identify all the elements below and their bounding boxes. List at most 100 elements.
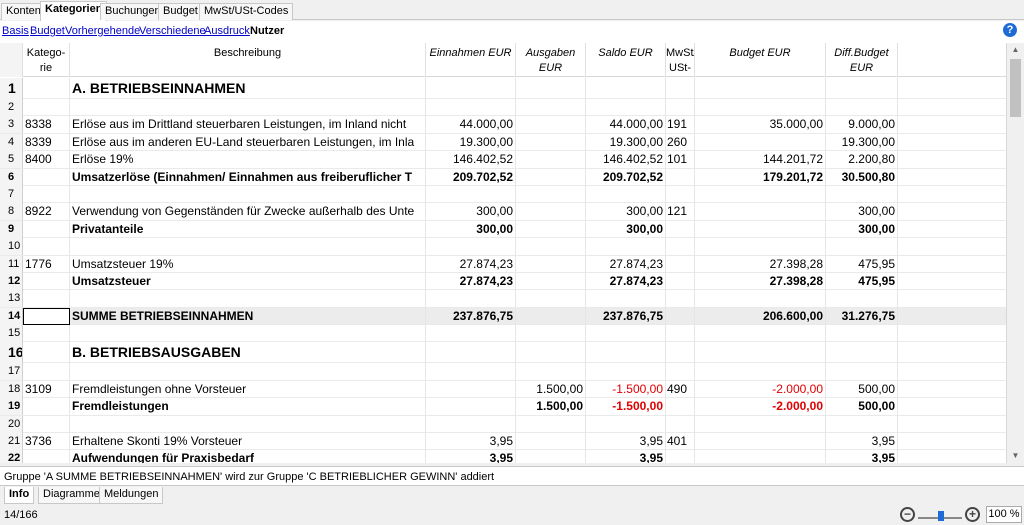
cell-saldo[interactable]: 300,00 <box>586 203 666 221</box>
cell-einnahmen[interactable]: 3,95 <box>426 450 516 463</box>
scroll-up-icon[interactable]: ▲ <box>1007 43 1024 57</box>
cell-ausgaben[interactable] <box>516 363 586 381</box>
cell-diff-budget[interactable] <box>826 78 898 99</box>
tab-budget[interactable]: Budget <box>158 3 203 20</box>
cell-einnahmen[interactable]: 44.000,00 <box>426 116 516 134</box>
cell-budget[interactable] <box>695 203 826 221</box>
cell-einnahmen[interactable]: 209.702,52 <box>426 168 516 186</box>
cell-kategorie[interactable] <box>23 220 70 238</box>
cell-diff-budget[interactable] <box>826 363 898 381</box>
row-number[interactable]: 12 <box>0 272 23 290</box>
row-number[interactable]: 17 <box>0 363 23 381</box>
table-row[interactable]: 2 <box>0 99 1006 117</box>
cell-saldo[interactable] <box>586 290 666 308</box>
table-row[interactable]: 21 3736 Erhaltene Skonti 19% Vorsteuer 3,95… <box>0 433 1006 451</box>
cell-beschreibung[interactable] <box>70 415 426 433</box>
cell-budget[interactable] <box>695 342 826 364</box>
cell-diff-budget[interactable]: 9.000,00 <box>826 116 898 134</box>
col-budget[interactable]: Budget EUR <box>695 43 826 77</box>
cell-budget[interactable]: 35.000,00 <box>695 116 826 134</box>
cell-saldo[interactable] <box>586 185 666 203</box>
cell-budget[interactable] <box>695 133 826 151</box>
cell-saldo[interactable]: 146.402,52 <box>586 151 666 169</box>
cell-einnahmen[interactable] <box>426 380 516 398</box>
col-diff-budget[interactable]: Diff.Budget EUR <box>826 43 898 77</box>
cell-diff-budget[interactable]: 2.200,80 <box>826 151 898 169</box>
cell-ausgaben[interactable] <box>516 116 586 134</box>
view-vorhergehende[interactable]: Vorhergehende <box>65 25 140 37</box>
cell-einnahmen[interactable]: 300,00 <box>426 220 516 238</box>
table-row[interactable]: 14 SUMME BETRIEBSEINNAHMEN 237.876,75 237.8… <box>0 307 1006 326</box>
zoom-in-icon[interactable]: + <box>965 507 980 522</box>
cell-mwst[interactable]: 401 <box>666 433 695 451</box>
cell-saldo[interactable] <box>586 99 666 116</box>
row-number[interactable]: 16 <box>0 342 23 364</box>
cell-mwst[interactable] <box>666 307 695 325</box>
cell-einnahmen[interactable] <box>426 290 516 308</box>
cell-diff-budget[interactable]: 3,95 <box>826 450 898 463</box>
row-number[interactable]: 2 <box>0 99 23 116</box>
view-budget[interactable]: Budget <box>30 25 65 37</box>
cell-beschreibung[interactable] <box>70 99 426 116</box>
table-row[interactable]: 4 8339 Erlöse aus im anderen EU-Land steue… <box>0 133 1006 152</box>
cell-saldo[interactable]: 44.000,00 <box>586 116 666 134</box>
row-number[interactable]: 20 <box>0 415 23 433</box>
cell-diff-budget[interactable] <box>826 99 898 116</box>
cell-einnahmen[interactable] <box>426 78 516 99</box>
cell-saldo[interactable]: 27.874,23 <box>586 255 666 273</box>
cell-kategorie[interactable] <box>23 450 70 463</box>
row-number[interactable]: 21 <box>0 433 23 451</box>
col-kategorie[interactable]: Katego- rie <box>23 43 70 77</box>
cell-saldo[interactable]: -1.500,00 <box>586 398 666 416</box>
cell-beschreibung[interactable]: A. BETRIEBSEINNAHMEN <box>70 78 426 99</box>
cell-saldo[interactable] <box>586 325 666 343</box>
table-row[interactable]: 10 <box>0 238 1006 256</box>
cell-ausgaben[interactable] <box>516 450 586 463</box>
table-row[interactable]: 20 <box>0 415 1006 434</box>
cell-ausgaben[interactable] <box>516 151 586 169</box>
scroll-down-icon[interactable]: ▼ <box>1007 449 1024 463</box>
cell-beschreibung[interactable]: Erlöse aus im Drittland steuerbaren Leis… <box>70 116 426 134</box>
table-row[interactable]: 9 Privatanteile 300,00 300,00 300,00 <box>0 220 1006 239</box>
cell-budget[interactable]: 27.398,28 <box>695 255 826 273</box>
col-saldo[interactable]: Saldo EUR <box>586 43 666 77</box>
col-einnahmen[interactable]: Einnahmen EUR <box>426 43 516 77</box>
row-number[interactable]: 6 <box>0 168 23 186</box>
cell-einnahmen[interactable] <box>426 185 516 203</box>
cell-budget[interactable] <box>695 99 826 116</box>
scroll-thumb[interactable] <box>1010 59 1021 117</box>
cell-diff-budget[interactable]: 30.500,80 <box>826 168 898 186</box>
cell-beschreibung[interactable] <box>70 185 426 203</box>
cell-kategorie[interactable]: 3736 <box>23 433 70 451</box>
cell-saldo[interactable]: 27.874,23 <box>586 272 666 290</box>
row-number[interactable]: 8 <box>0 203 23 221</box>
tab-diagramme[interactable]: Diagramme <box>38 487 105 504</box>
row-number[interactable]: 1 <box>0 78 23 99</box>
cell-diff-budget[interactable]: 19.300,00 <box>826 133 898 151</box>
table-row[interactable]: 18 3109 Fremdleistungen ohne Vorsteuer 1.50… <box>0 380 1006 399</box>
cell-ausgaben[interactable] <box>516 255 586 273</box>
cell-beschreibung[interactable] <box>70 238 426 256</box>
cell-beschreibung[interactable]: Erlöse 19% <box>70 151 426 169</box>
cell-diff-budget[interactable] <box>826 185 898 203</box>
cell-mwst[interactable] <box>666 99 695 116</box>
cell-beschreibung[interactable]: Fremdleistungen ohne Vorsteuer <box>70 380 426 398</box>
cell-einnahmen[interactable]: 146.402,52 <box>426 151 516 169</box>
cell-mwst[interactable] <box>666 255 695 273</box>
view-ausdruck[interactable]: Ausdruck <box>204 25 250 37</box>
cell-budget[interactable] <box>695 220 826 238</box>
cell-beschreibung[interactable]: Privatanteile <box>70 220 426 238</box>
cell-ausgaben[interactable]: 1.500,00 <box>516 380 586 398</box>
table-row[interactable]: 6 Umsatzerlöse (Einnahmen/ Einnahmen aus … <box>0 168 1006 186</box>
cell-saldo[interactable] <box>586 363 666 381</box>
table-row[interactable]: 16 B. BETRIEBSAUSGABEN <box>0 342 1006 364</box>
cell-einnahmen[interactable]: 27.874,23 <box>426 272 516 290</box>
col-beschreibung[interactable]: Beschreibung <box>70 43 426 77</box>
cell-saldo[interactable] <box>586 415 666 433</box>
zoom-out-icon[interactable]: − <box>900 507 915 522</box>
col-mwst[interactable]: MwSt/ USt- <box>666 43 695 77</box>
row-number[interactable]: 3 <box>0 116 23 134</box>
cell-kategorie[interactable] <box>23 307 70 325</box>
cell-diff-budget[interactable] <box>826 290 898 308</box>
cell-einnahmen[interactable] <box>426 325 516 343</box>
